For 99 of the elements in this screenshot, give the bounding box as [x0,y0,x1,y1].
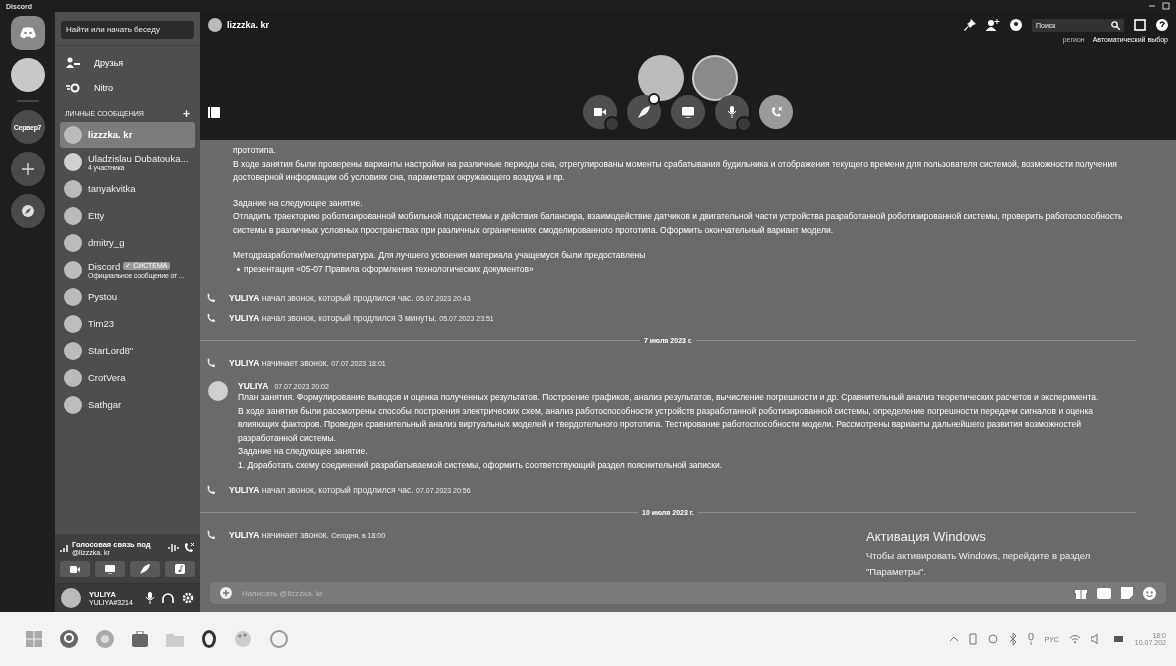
message-text: Методразработки/методлитература. Для лучшего усвоения материала учащемуся были предоставлены [233,249,647,262]
channel-title: lizzzka. kr [227,20,270,30]
avatar-icon [64,341,82,360]
user-avatar[interactable] [61,588,81,608]
palette-icon[interactable] [234,630,252,648]
avatar-icon [64,179,82,198]
activation-title: Активация Windows [866,529,987,544]
noise-suppression-icon[interactable] [167,543,179,553]
search-icon [1111,20,1120,30]
plus-icon [21,163,34,175]
nav-item[interactable]: Nitro [60,77,195,98]
compass-icon [20,204,35,218]
ring-icon[interactable] [202,630,216,648]
avatar-icon [64,125,82,144]
screen-icon [682,106,694,118]
disconnect-icon[interactable] [183,542,195,554]
list-item-text: презентация «05-07 Правила оформления технологических документов» [244,262,534,276]
phone-icon [206,530,216,540]
message-text: Задание на следующее занятие. [233,196,364,210]
participant-avatar [692,55,738,101]
avatar-icon [64,395,82,414]
profile-icon[interactable] [1010,19,1022,31]
camera-icon [594,108,606,116]
maximize-icon[interactable] [1162,2,1170,10]
screen-share-button[interactable] [671,95,705,129]
gift-icon[interactable] [1075,587,1087,599]
avatar-icon [64,206,82,225]
dm-item[interactable]: dmitry_g [60,229,195,256]
avatar-icon [64,368,82,387]
help-icon[interactable] [1156,19,1168,31]
notification-dot [648,93,660,105]
message-text: В ходе занятия были проверены варианты настройки на различные периоды сна, отрегулированы моменты срабатывания будильника и отображения текущего времени для пользователя системой, возможности получения достоверной информации об условиях сна, параметрах окружающего воздуха и пр. [233,157,1118,184]
add-friend-icon[interactable] [986,19,1000,31]
message-text: В ходе занятия были рассмотрены способы построения электрических схем, анализ работоспособности устройств разработанной роботизированной системы, определение погрешности передачи сигналов и оценка влияющих факторов. Проведен сравнительный анализ виртуальных моделей и твердотельного прототипа. Тестирование работоспособности модели. Рассмотрены варианты дальнейшего развития возможностей разработанной системы. [238,404,1095,445]
author-name[interactable]: YULIYA [238,381,269,391]
bullet-icon [237,267,240,271]
avatar-icon [64,287,82,306]
microphone-icon[interactable] [146,592,154,604]
bluetooth-icon[interactable] [1008,633,1017,645]
wifi-icon[interactable] [1068,634,1081,644]
dm-item[interactable]: CrotVera [60,364,195,391]
message-text: Задание на следующее занятие. [238,445,369,458]
camera-icon [70,565,80,573]
activity-button[interactable] [130,561,160,577]
new-message-button[interactable]: + [183,107,190,120]
author-avatar [208,381,228,401]
camera-button[interactable] [60,561,90,577]
add-server-button[interactable] [10,152,45,186]
message-text: прототипа. [233,144,277,157]
message-text: 1. Доработать схему соединений разрабатываемой системы, оформить соответствующий раздел пояснительной записки. [238,458,724,472]
music-note-icon [175,564,185,574]
friends-icon [66,56,80,69]
microphone-icon [728,106,736,118]
minimize-icon[interactable] [1148,2,1156,10]
dm-item[interactable]: Pystou [60,283,195,310]
activation-text: Чтобы активировать Windows, перейдите в раздел "Параметры". [866,549,1092,579]
avatar-icon [64,314,82,333]
search-field[interactable]: Найти или начать беседу [61,20,194,39]
leave-call-button[interactable] [759,95,793,129]
nav-item[interactable]: Друзья [60,51,195,74]
emoji-icon[interactable] [1143,586,1156,600]
screen-share-button[interactable] [95,561,125,577]
nitro-icon [66,82,80,93]
disconnect-icon [769,105,783,119]
dm-item[interactable]: tanyakvitka [60,175,195,202]
soundboard-button[interactable] [165,561,195,577]
avatar-icon [64,233,82,252]
sticker-icon[interactable] [1121,587,1133,599]
chevron-up-icon[interactable] [948,636,959,642]
discord-logo-icon [19,27,36,39]
activity-button[interactable] [627,95,661,129]
phone-icon [206,485,216,495]
screen-icon [105,564,115,574]
participant-avatar [638,55,684,101]
avatar-icon [64,152,82,171]
signal-icon [60,544,68,552]
briefcase-icon[interactable] [132,631,148,647]
message-text: План занятия. Формулирование выводов и оценка полученных результатов. Построение графиков, анализ результатов, вычисление погрешности и др. Сравнительный анализ теоретических расчетов и эксперимента. [238,391,1100,404]
channel-avatar [208,18,222,32]
microphone-button[interactable] [715,95,749,129]
avatar-icon [64,260,82,279]
home-button[interactable] [10,16,45,50]
dm-item[interactable]: StarLord8" [60,337,195,364]
dm-item[interactable]: Sathgar [60,391,195,418]
battery-icon[interactable] [1112,634,1125,644]
server-avatar[interactable] [10,58,45,92]
popout-icon[interactable] [208,106,220,118]
dm-item[interactable]: Tim23 [60,310,195,337]
pin-icon[interactable] [964,19,976,31]
message-text: Отладить траекторию роботизированной мобильной подсистемы и действия балансира, взаимодействие датчиков и двигательной части устройства разработанной роботизированной системы, проверить работоспособность системы в различных условных пространствах при различных ограничениях смоделированного прототипа. Оформить окончательный вариант модели. [233,210,1124,237]
camera-button[interactable] [583,95,617,129]
dm-item[interactable]: Etty [60,202,195,229]
dm-item[interactable]: lizzzka. kr [60,121,195,148]
app-icon[interactable] [60,630,78,648]
headphones-icon[interactable] [162,592,174,604]
phone-icon [206,358,216,368]
plus-circle-icon[interactable] [220,587,232,599]
explore-button[interactable] [10,194,45,228]
settings-icon[interactable] [182,592,194,604]
